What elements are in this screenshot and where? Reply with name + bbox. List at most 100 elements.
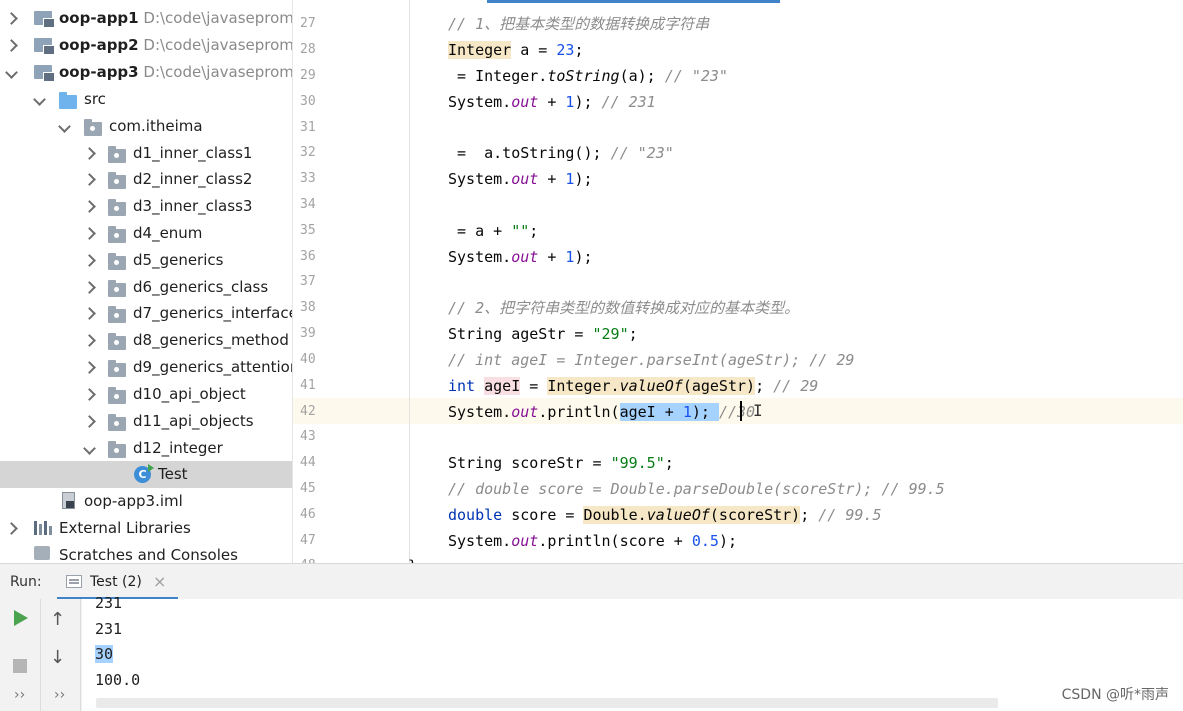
chevron-down-icon[interactable]	[6, 69, 16, 79]
chevron-right-icon[interactable]	[84, 416, 94, 426]
tree-item-d1[interactable]: d1_inner_class1	[0, 140, 292, 167]
tree-item-d3[interactable]: d3_inner_class3	[0, 193, 292, 220]
tree-item-oop-app3[interactable]: oop-app3 D:\code\javasepromax	[0, 59, 293, 86]
chevron-right-icon[interactable]	[84, 362, 94, 372]
tree-item-label: d2_inner_class2	[133, 170, 253, 188]
chevron-right-icon[interactable]	[6, 40, 16, 50]
package-icon	[108, 172, 126, 189]
module-path: D:\code\javasepromax	[143, 63, 293, 81]
chevron-right-icon[interactable]	[84, 282, 94, 292]
tree-item-label: d8_generics_method	[133, 331, 289, 349]
package-icon	[108, 333, 126, 350]
tree-item-d4[interactable]: d4_enum	[0, 220, 292, 247]
tree-item-d11[interactable]: d11_api_objects	[0, 408, 292, 435]
tree-item-label: d12_integer	[133, 439, 223, 457]
tree-item-d7[interactable]: d7_generics_interface	[0, 300, 292, 327]
tree-item-label: d1_inner_class1	[133, 144, 253, 162]
chevron-right-icon[interactable]	[84, 389, 94, 399]
line-number: 42	[300, 404, 316, 419]
chevron-right-icon[interactable]	[84, 335, 94, 345]
chevron-down-icon[interactable]	[34, 96, 44, 106]
tree-item-com-itheima[interactable]: com.itheima	[0, 113, 292, 140]
tree-item-label: oop-app3.iml	[84, 492, 183, 510]
chevron-right-icon[interactable]	[84, 201, 94, 211]
line-number: 33	[300, 171, 316, 186]
code-line: = a + "";	[448, 222, 539, 240]
tree-item-label: d9_generics_attention	[133, 358, 293, 376]
chevron-right-icon[interactable]	[84, 228, 94, 238]
module-path: D:\code\javasepromax	[143, 36, 293, 54]
chevron-down-icon[interactable]	[59, 123, 69, 133]
tree-item-scratches[interactable]: Scratches and Consoles	[0, 542, 292, 563]
tree-item-src[interactable]: src	[0, 86, 292, 113]
chevron-right-icon[interactable]	[84, 255, 94, 265]
rerun-play-icon[interactable]	[14, 610, 28, 626]
chevron-right-icon[interactable]	[84, 308, 94, 318]
tree-item-label: d10_api_object	[133, 385, 246, 403]
tree-item-d5[interactable]: d5_generics	[0, 247, 292, 274]
chevron-right-icon[interactable]	[6, 523, 16, 533]
close-icon[interactable]: ×	[153, 572, 166, 591]
line-number: 45	[300, 481, 316, 496]
text-caret	[740, 401, 742, 421]
tree-item-d10[interactable]: d10_api_object	[0, 381, 292, 408]
tree-item-label: com.itheima	[109, 117, 203, 135]
code-line: // int ageI = Integer.parseInt(ageStr); …	[448, 351, 855, 369]
code-line: // double score = Double.parseDouble(sco…	[448, 480, 945, 498]
module-icon	[34, 11, 55, 28]
line-number-gutter[interactable]: 27 28 29 30 31 32 33 34 35 36 37 38 39 4…	[293, 0, 365, 573]
chevron-right-icon[interactable]	[6, 13, 16, 23]
code-editor[interactable]: // 1、把基本类型的数据转换成字符串 Integer a = 23; = Int…	[365, 0, 1183, 563]
arrow-down-icon[interactable]: ↓	[50, 647, 65, 668]
package-icon	[108, 280, 126, 297]
tree-item-oop-app1[interactable]: oop-app1 D:\code\javasepromax	[0, 5, 293, 32]
code-line: String ageStr = "29";	[448, 325, 638, 343]
line-number: 27	[300, 16, 316, 31]
code-line: String scoreStr = "99.5";	[448, 454, 674, 472]
stop-icon[interactable]	[13, 659, 27, 673]
package-icon	[108, 387, 126, 404]
project-tree: oop-app1 D:\code\javasepromax oop-app2 D…	[0, 0, 293, 563]
run-tab-title: Test (2)	[90, 574, 142, 590]
tree-item-label: d5_generics	[133, 251, 224, 269]
more-actions-icon[interactable]: ››	[54, 687, 65, 703]
tree-item-label: oop-app1	[59, 9, 139, 27]
run-label: Run:	[10, 574, 42, 590]
package-icon	[108, 441, 126, 458]
tree-item-label: d6_generics_class	[133, 278, 269, 296]
code-line: // 1、把基本类型的数据转换成字符串	[448, 15, 710, 33]
tree-item-d12[interactable]: d12_integer	[0, 435, 292, 462]
tree-item-d9[interactable]: d9_generics_attention	[0, 354, 293, 381]
tree-item-external-libraries[interactable]: External Libraries	[0, 515, 292, 542]
tree-item-d6[interactable]: d6_generics_class	[0, 274, 292, 301]
console-output[interactable]: 231 231 30 100.0 CSDN @听*雨声	[82, 594, 1183, 711]
chevron-right-icon[interactable]	[84, 174, 94, 184]
ibeam-cursor-icon: I	[753, 401, 763, 420]
horizontal-scrollbar[interactable]	[96, 698, 998, 708]
code-line: System.out + 1);	[448, 248, 593, 266]
tree-item-test[interactable]: C Test	[0, 461, 292, 488]
tree-item-label: External Libraries	[59, 519, 191, 537]
more-actions-icon[interactable]: ››	[14, 687, 25, 703]
tree-item-d2[interactable]: d2_inner_class2	[0, 166, 292, 193]
code-line: = a.toString(); // "23"	[448, 144, 674, 162]
tree-item-d8[interactable]: d8_generics_method	[0, 327, 292, 354]
package-icon	[108, 226, 126, 243]
tree-item-oop-app2[interactable]: oop-app2 D:\code\javasepromax	[0, 32, 293, 59]
code-line: // 2、把字符串类型的数值转换成对应的基本类型。	[448, 299, 800, 317]
chevron-right-icon[interactable]	[84, 148, 94, 158]
code-line: int ageI = Integer.valueOf(ageStr); // 2…	[448, 377, 819, 395]
line-number: 34	[300, 197, 316, 212]
package-icon	[108, 199, 126, 216]
module-path: D:\code\javasepromax	[143, 9, 293, 27]
tree-item-label: src	[84, 90, 106, 108]
line-number: 38	[300, 300, 316, 315]
line-number: 40	[300, 352, 316, 367]
package-icon	[108, 414, 126, 431]
package-icon	[108, 360, 126, 377]
code-line: }	[408, 556, 417, 563]
tree-item-iml[interactable]: oop-app3.iml	[0, 488, 292, 515]
arrow-up-icon[interactable]: ↑	[50, 609, 65, 630]
scratches-icon	[34, 546, 50, 560]
chevron-down-icon[interactable]	[84, 445, 94, 455]
